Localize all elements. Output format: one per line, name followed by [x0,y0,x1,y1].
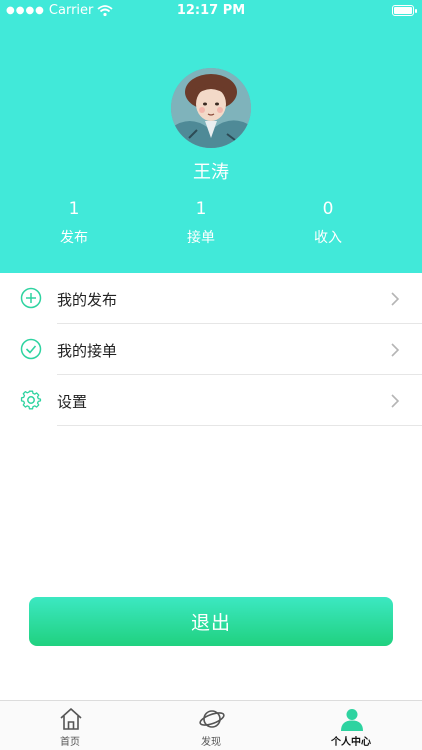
stat-orders-value: 1 [195,199,207,219]
stat-income-value: 0 [322,199,334,219]
tab-label: 发现 [201,737,221,748]
tab-label: 个人中心 [331,737,371,748]
avatar-illustration [171,68,251,148]
tab-bar: 首页 发现 个人中心 [0,700,422,750]
stat-publish[interactable]: 1 发布 [34,199,114,247]
chevron-right-icon [391,292,400,306]
check-circle-icon [20,338,42,360]
stat-publish-value: 1 [68,199,80,219]
status-bar: ●●●● Carrier 12:17 PM [0,0,422,22]
stat-income[interactable]: 0 收入 [288,199,368,247]
gear-icon [20,390,42,410]
stat-publish-label: 发布 [60,230,88,246]
menu-item-label: 我的接单 [57,342,118,360]
user-name: 王涛 [193,162,229,183]
stat-income-label: 收入 [314,230,342,246]
menu-item-my-orders[interactable]: 我的接单 [0,324,422,375]
tab-profile[interactable]: 个人中心 [311,701,391,750]
menu-item-label: 我的发布 [57,291,118,309]
divider [57,425,422,426]
profile-screen: ●●●● Carrier 12:17 PM 王涛 1 发布 1 接单 0 收入 … [0,0,422,750]
tab-discover[interactable]: 发现 [171,701,251,750]
profile-header: ●●●● Carrier 12:17 PM 王涛 1 发布 1 接单 0 收入 [0,0,422,273]
chevron-right-icon [391,394,400,408]
planet-icon [199,710,225,728]
status-time: 12:17 PM [176,3,246,18]
menu-item-my-posts[interactable]: 我的发布 [0,273,422,324]
menu-item-label: 设置 [57,393,88,411]
stat-orders[interactable]: 1 接单 [161,199,241,247]
logout-button[interactable]: 退出 [29,597,393,646]
tab-label: 首页 [60,737,80,748]
tab-home[interactable]: 首页 [30,701,110,750]
chevron-right-icon [391,343,400,357]
person-icon [341,709,363,731]
plus-circle-icon [20,287,42,309]
stat-orders-label: 接单 [187,230,215,246]
menu-list: 我的发布 我的接单 设置 [0,273,422,426]
stats-row: 1 发布 1 接单 0 收入 [0,199,422,249]
menu-item-settings[interactable]: 设置 [0,375,422,426]
battery-icon [392,5,417,16]
avatar[interactable] [171,68,251,148]
home-icon [60,708,82,730]
